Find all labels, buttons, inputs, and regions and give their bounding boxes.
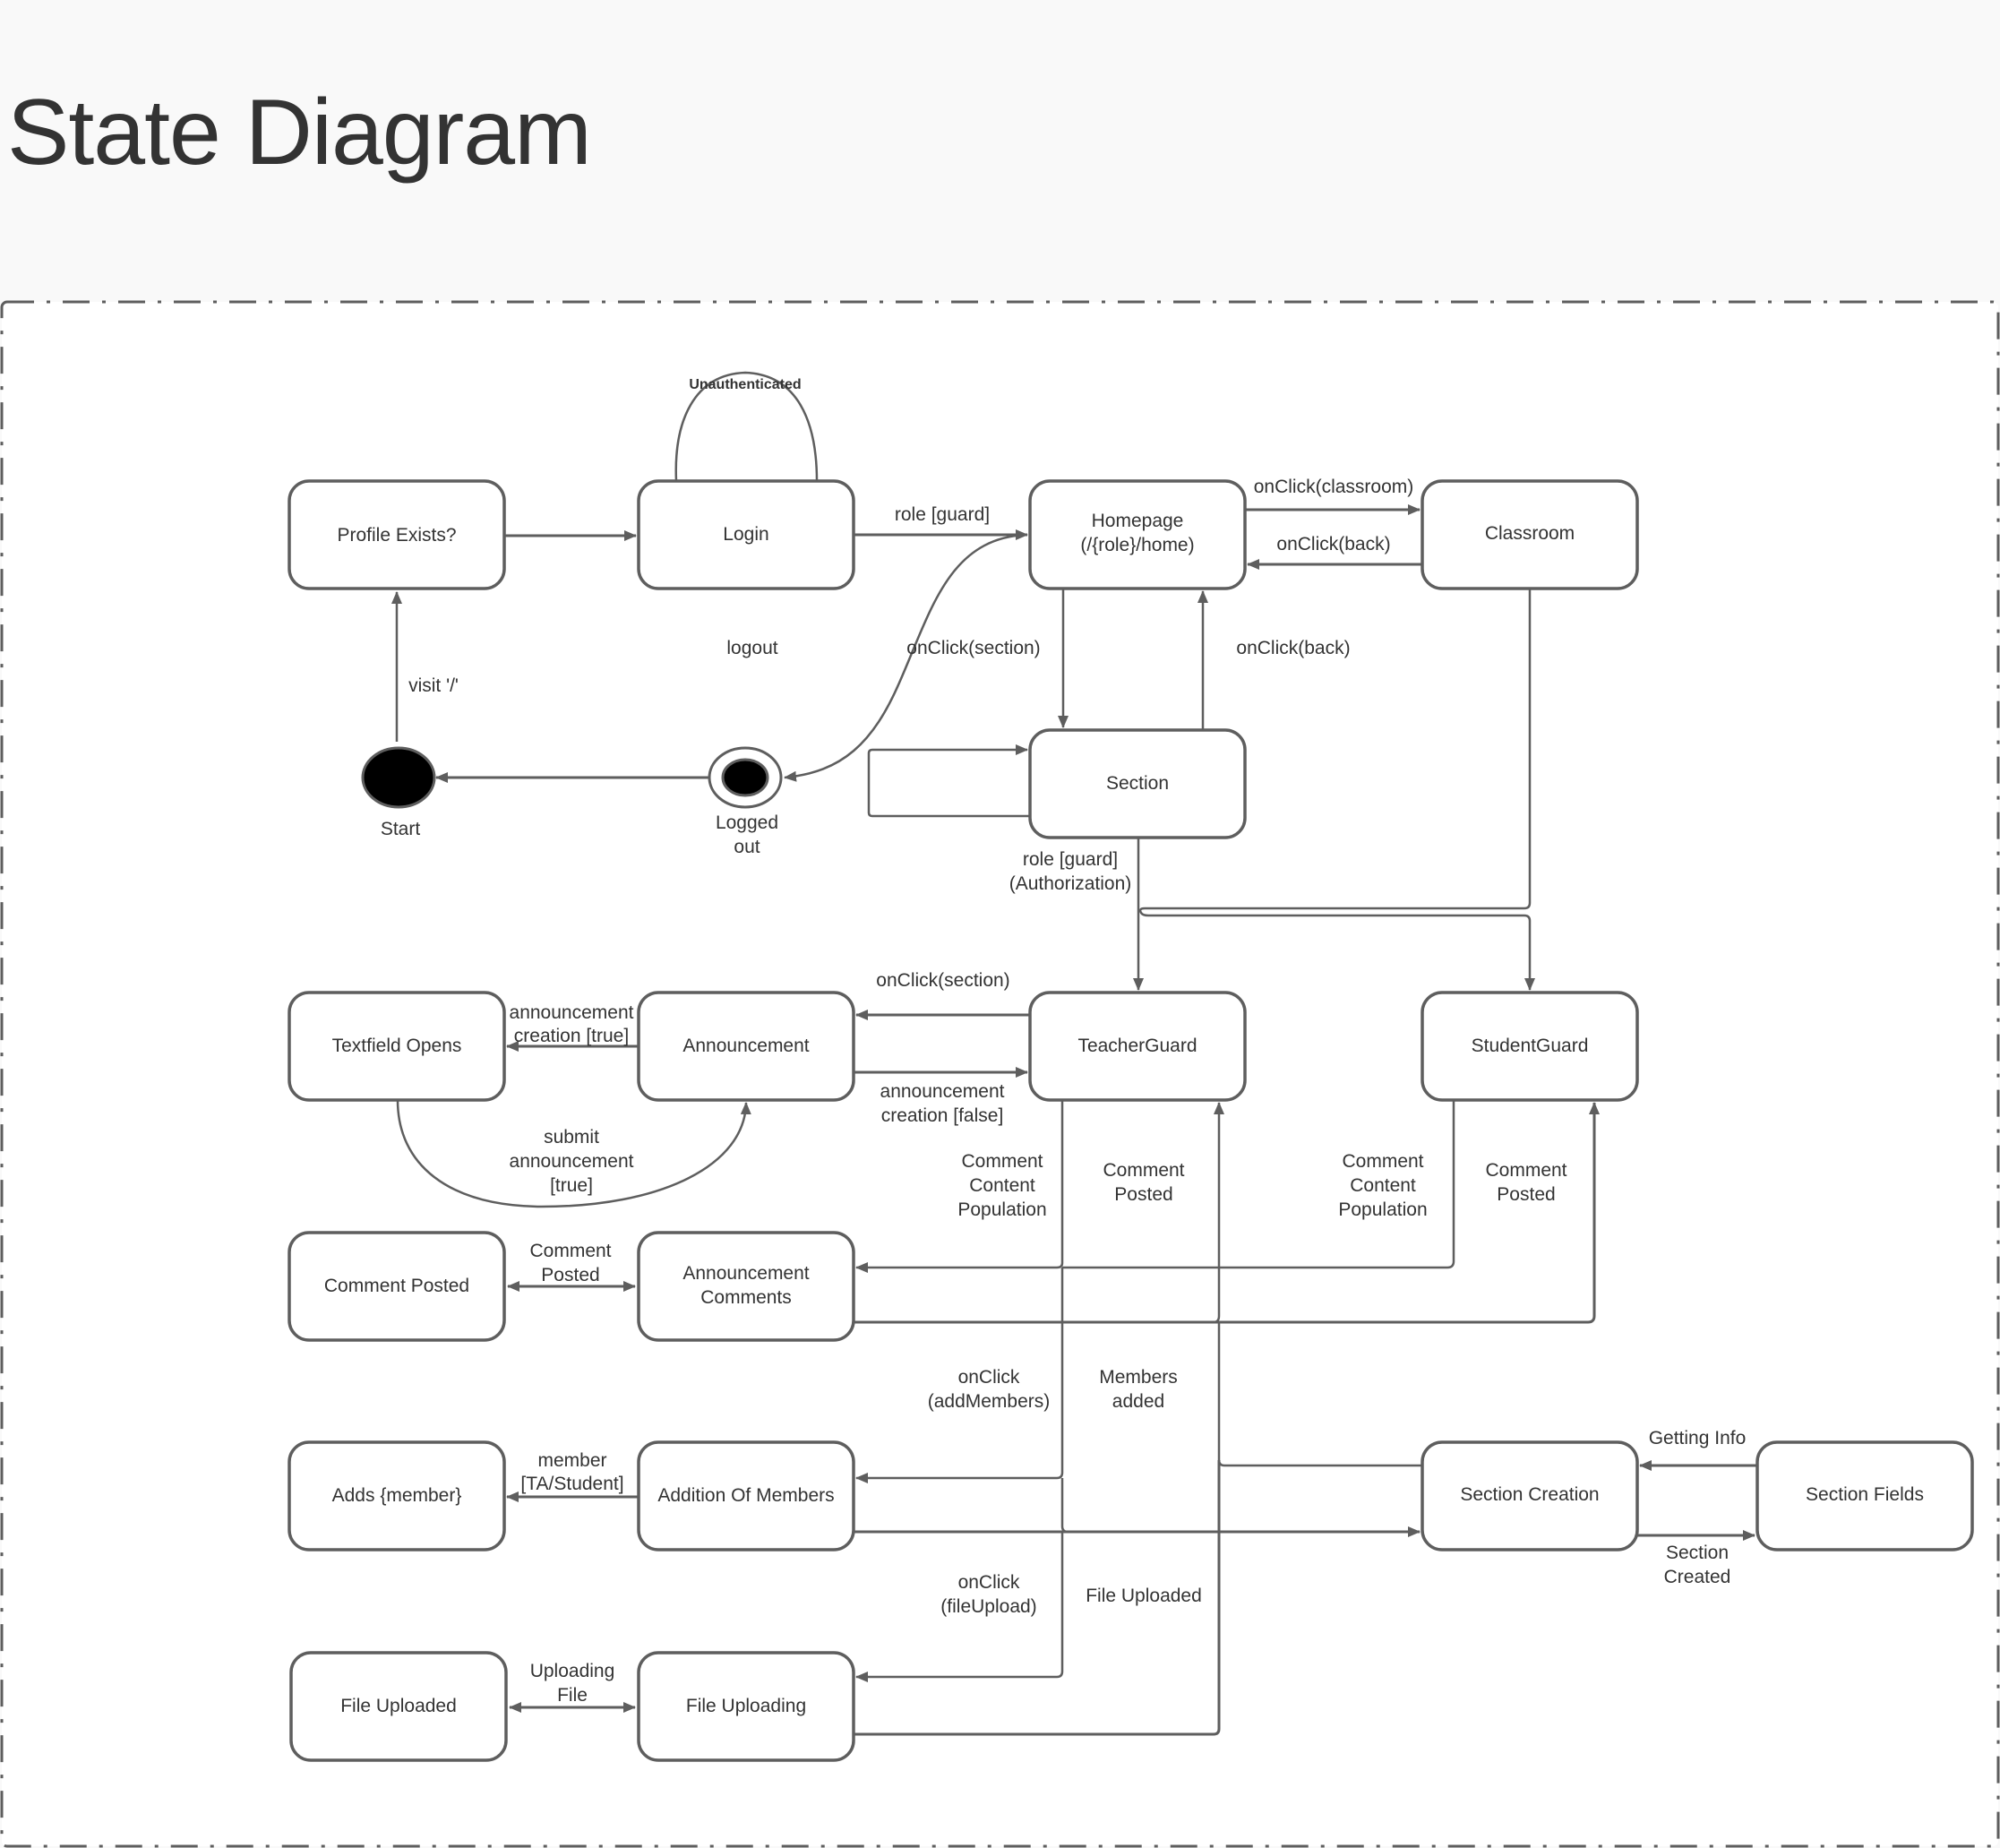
state-label: Comment Posted — [324, 1276, 469, 1296]
label-teacher-onclick-section: onClick(section) — [876, 970, 1009, 991]
label-file-uploaded-edge: File Uploaded — [1086, 1586, 1202, 1606]
state-section[interactable]: Section — [1028, 728, 1247, 839]
state-label: Section — [1106, 773, 1169, 794]
state-label-line1: Homepage — [1092, 511, 1184, 531]
label-comment-posted-line2: Posted — [541, 1265, 599, 1285]
state-label-line1: Announcement — [682, 1263, 809, 1284]
label-onclick-addmembers-line2: (addMembers) — [928, 1391, 1051, 1412]
state-label: File Uploading — [686, 1696, 806, 1716]
label-onclick-fileupload-line2: (fileUpload) — [940, 1596, 1036, 1617]
state-comment-posted[interactable]: Comment Posted — [288, 1231, 506, 1342]
label-onclick-classroom: onClick(classroom) — [1254, 477, 1414, 497]
label-section-created-line2: Created — [1664, 1567, 1731, 1587]
label-ann-creation-true-line2: creation [true] — [514, 1026, 629, 1046]
label-members-added-line2: added — [1112, 1391, 1164, 1412]
label-submit-line3: [true] — [550, 1175, 593, 1196]
label-student-cp-line1: Comment — [1485, 1160, 1567, 1181]
logged-out-label-line1: Logged — [716, 812, 778, 833]
label-teacher-cp-line2: Posted — [1114, 1184, 1172, 1205]
state-label: Profile Exists? — [337, 525, 456, 546]
state-teacher-guard[interactable]: TeacherGuard — [1028, 991, 1247, 1102]
state-label: Adds {member} — [332, 1485, 462, 1506]
state-adds-member[interactable]: Adds {member} — [288, 1440, 506, 1551]
state-label-line2: Comments — [700, 1287, 792, 1308]
label-student-ccp-line1: Comment — [1342, 1151, 1423, 1172]
label-onclick-fileupload-line1: onClick — [958, 1572, 1020, 1593]
label-teacher-cp-line1: Comment — [1103, 1160, 1184, 1181]
label-submit-line2: announcement — [510, 1151, 634, 1172]
label-role-guard-auth-line2: (Authorization) — [1009, 873, 1132, 894]
state-file-uploaded[interactable]: File Uploaded — [289, 1651, 508, 1762]
label-role-guard-auth-line1: role [guard] — [1023, 849, 1118, 870]
state-addition-of-members[interactable]: Addition Of Members — [637, 1440, 855, 1551]
label-visit-root: visit '/' — [408, 675, 459, 696]
state-student-guard[interactable]: StudentGuard — [1421, 991, 1639, 1102]
state-diagram: Start Logged out Profile Exists? Login H… — [0, 300, 2000, 1848]
label-teacher-ccp-line3: Population — [957, 1199, 1046, 1220]
state-label: Announcement — [682, 1036, 809, 1056]
label-ann-creation-false-line1: announcement — [880, 1081, 1005, 1102]
state-label-line2: (/{role}/home) — [1080, 535, 1194, 555]
label-role-guard: role [guard] — [895, 504, 990, 525]
label-teacher-ccp-line1: Comment — [961, 1151, 1043, 1172]
label-student-ccp-line2: Content — [1350, 1175, 1416, 1196]
label-student-ccp-line3: Population — [1338, 1199, 1427, 1220]
label-ann-creation-true-line1: announcement — [510, 1002, 634, 1023]
label-getting-info: Getting Info — [1649, 1428, 1747, 1448]
logged-out-label-line2: out — [734, 837, 760, 857]
label-member-ta-line1: member — [537, 1450, 606, 1471]
label-members-added-line1: Members — [1099, 1367, 1178, 1388]
start-label: Start — [381, 819, 421, 839]
state-homepage[interactable]: Homepage (/{role}/home) — [1028, 479, 1247, 590]
state-profile-exists[interactable]: Profile Exists? — [288, 479, 506, 590]
state-label: TeacherGuard — [1077, 1036, 1197, 1056]
state-textfield-opens[interactable]: Textfield Opens — [288, 991, 506, 1102]
label-submit-line1: submit — [544, 1127, 599, 1147]
state-label: StudentGuard — [1472, 1036, 1589, 1056]
state-announcement-comments[interactable]: Announcement Comments — [637, 1231, 855, 1342]
label-onclick-back-section: onClick(back) — [1236, 638, 1350, 658]
label-member-ta-line2: [TA/Student] — [520, 1474, 623, 1494]
label-comment-posted-line1: Comment — [529, 1241, 611, 1261]
label-section-created-line1: Section — [1666, 1543, 1729, 1563]
label-logout: logout — [726, 638, 777, 658]
state-box — [637, 1231, 855, 1342]
state-label: Section Creation — [1460, 1484, 1599, 1505]
state-announcement[interactable]: Announcement — [637, 991, 855, 1102]
state-label: Textfield Opens — [332, 1036, 462, 1056]
state-label: Section Fields — [1806, 1484, 1924, 1505]
label-onclick-back-classroom: onClick(back) — [1276, 534, 1390, 554]
label-onclick-addmembers-line1: onClick — [958, 1367, 1020, 1388]
label-ann-creation-false-line2: creation [false] — [881, 1105, 1004, 1126]
state-section-creation[interactable]: Section Creation — [1421, 1440, 1639, 1551]
state-section-fields[interactable]: Section Fields — [1755, 1440, 1974, 1551]
label-onclick-section: onClick(section) — [906, 638, 1040, 658]
state-label: Addition Of Members — [657, 1485, 834, 1506]
state-file-uploading[interactable]: File Uploading — [637, 1651, 855, 1762]
initial-state-dot — [361, 746, 436, 809]
label-teacher-ccp-line2: Content — [969, 1175, 1035, 1196]
state-label: Classroom — [1485, 523, 1575, 544]
state-login[interactable]: Login — [637, 479, 855, 590]
state-classroom[interactable]: Classroom — [1421, 479, 1639, 590]
final-state-dot — [721, 758, 769, 797]
label-uploading-file-line2: File — [557, 1685, 588, 1706]
label-unauthenticated: Unauthenticated — [689, 377, 801, 392]
label-student-cp-line2: Posted — [1497, 1184, 1555, 1205]
label-uploading-file-line1: Uploading — [530, 1661, 615, 1681]
state-label: Login — [723, 524, 768, 545]
state-label: File Uploaded — [340, 1696, 457, 1716]
